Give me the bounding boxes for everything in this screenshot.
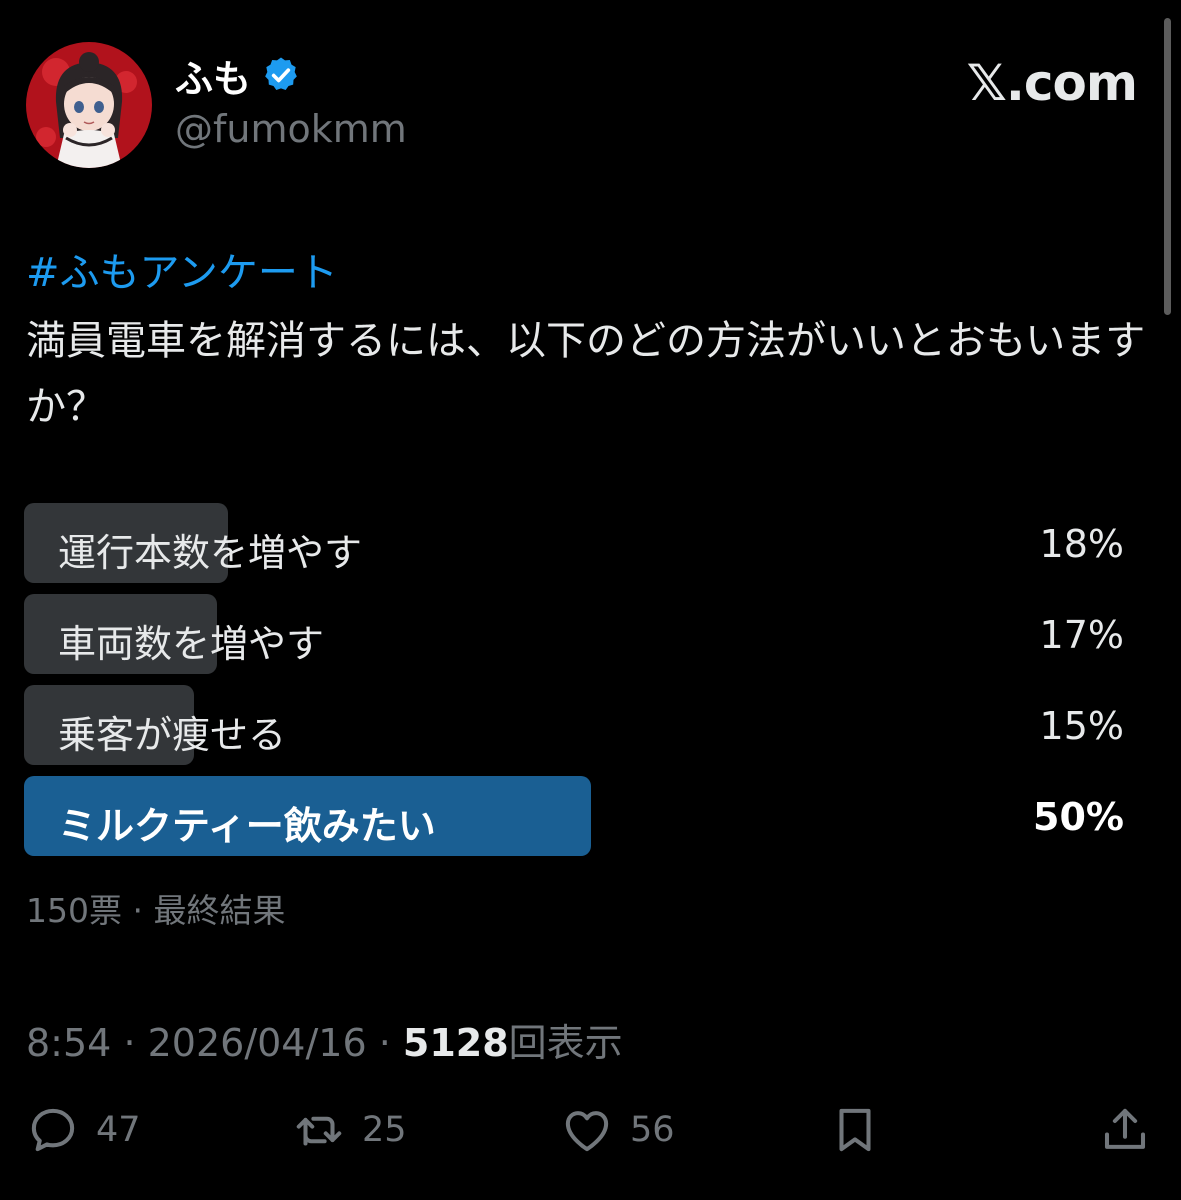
author-handle[interactable]: @fumokmm (175, 107, 407, 151)
retweet-count: 25 (362, 1110, 407, 1150)
like-button[interactable]: 56 (560, 1103, 675, 1157)
separator-dot: · (123, 1021, 148, 1065)
bookmark-icon (839, 1108, 871, 1152)
poll-option-percent: 15% (1039, 704, 1124, 748)
timestamp-row: 8:54 · 2026/04/16 · 5128回表示 (26, 1012, 623, 1067)
tweet-date[interactable]: 2026/04/16 (148, 1021, 367, 1065)
reply-button[interactable]: 47 (26, 1103, 141, 1157)
poll-vote-count: 150票 (26, 891, 122, 930)
separator-dot: · (378, 1021, 403, 1065)
poll-option-label: 車両数を増やす (58, 622, 325, 666)
poll-option-label: 運行本数を増やす (58, 531, 363, 575)
poll-option: 運行本数を増やす 18% (24, 502, 1124, 584)
poll-option-percent: 17% (1039, 613, 1124, 657)
verified-badge-icon (265, 57, 297, 90)
separator-dot: · (132, 891, 154, 930)
poll-status: 最終結果 (153, 891, 286, 930)
poll-option: 乗客が痩せる 15% (24, 684, 1124, 766)
avatar[interactable] (26, 42, 152, 168)
poll-meta: 150票 · 最終結果 (26, 884, 285, 932)
poll: 運行本数を増やす 18% 車両数を増やす 17% 乗客が痩せる 15% ミルクテ… (24, 502, 1124, 866)
poll-option-winner: ミルクティー飲みたい 50% (24, 775, 1124, 857)
author-display-name-row[interactable]: ふも (175, 52, 301, 101)
author-display-name[interactable]: ふも (175, 48, 251, 103)
poll-option: 車両数を増やす 17% (24, 593, 1124, 675)
tweet-time[interactable]: 8:54 (26, 1021, 111, 1065)
view-count[interactable]: 5128 (403, 1021, 509, 1065)
poll-option-label: ミルクティー飲みたい (58, 804, 436, 848)
poll-option-label: 乗客が痩せる (58, 713, 287, 757)
reply-icon (31, 1108, 75, 1152)
hashtag-link[interactable]: #ふもアンケート (26, 240, 338, 298)
poll-option-percent: 18% (1039, 522, 1124, 566)
reply-count: 47 (96, 1110, 141, 1150)
like-count: 56 (630, 1110, 675, 1150)
heart-icon (565, 1111, 609, 1152)
view-count-label: 回表示 (508, 1021, 623, 1065)
poll-option-percent: 50% (1033, 795, 1124, 839)
scrollbar[interactable] (1164, 18, 1171, 315)
bookmark-button[interactable] (828, 1103, 882, 1157)
share-button[interactable] (1098, 1103, 1152, 1157)
share-icon (1104, 1108, 1146, 1149)
brand-logo: 𝕏.com (966, 54, 1138, 112)
tweet-text: 満員電車を解消するには、以下のどの方法がいいとおもいますか？ (26, 318, 1146, 430)
avatar-image (26, 42, 152, 168)
retweet-button[interactable]: 25 (292, 1103, 407, 1157)
retweet-icon (296, 1116, 342, 1146)
